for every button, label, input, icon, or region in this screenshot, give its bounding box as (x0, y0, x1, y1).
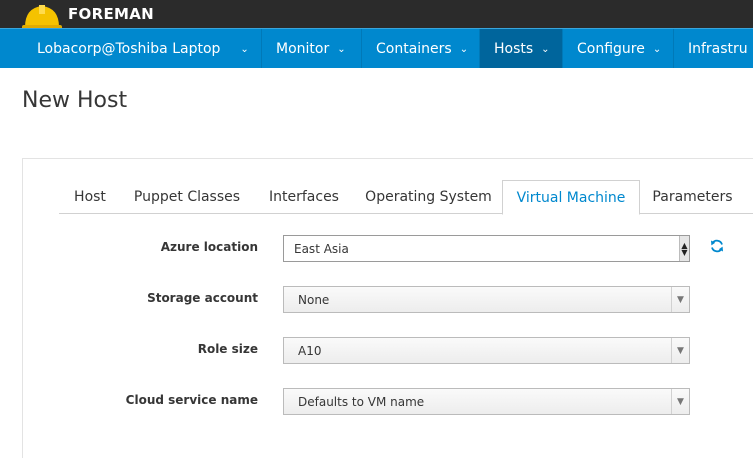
chevron-down-icon: ⌄ (240, 44, 249, 55)
nav-monitor[interactable]: Monitor ⌄ (262, 29, 362, 68)
storage-account-value: None (298, 292, 330, 307)
main-navbar: Lobacorp@Toshiba Laptop ⌄ Monitor ⌄ Cont… (0, 28, 753, 68)
tab-parameters[interactable]: Parameters (640, 180, 745, 214)
caret-down-icon: ▼ (671, 389, 689, 414)
cloud-service-name-label: Cloud service name (125, 393, 258, 407)
nav-infrastructure-label: Infrastru (688, 40, 748, 57)
azure-location-value: East Asia (294, 241, 349, 256)
nav-monitor-label: Monitor (276, 40, 330, 57)
nav-containers-label: Containers (376, 40, 452, 57)
tab-operating-system[interactable]: Operating System (355, 180, 502, 214)
chevron-down-icon: ⌄ (541, 44, 550, 55)
azure-location-select[interactable]: East Asia ▲ ▼ (283, 235, 690, 262)
nav-containers[interactable]: Containers ⌄ (362, 29, 480, 68)
role-size-select[interactable]: A10 ▼ (283, 337, 690, 364)
nav-hosts-label: Hosts (494, 40, 534, 57)
tab-host[interactable]: Host (59, 180, 121, 214)
top-header-bar: FOREMAN (0, 0, 753, 30)
chevron-down-icon: ⌄ (459, 44, 469, 55)
nav-configure[interactable]: Configure ⌄ (563, 29, 674, 68)
caret-down-icon: ▼ (671, 287, 689, 312)
brand-name[interactable]: FOREMAN (68, 5, 154, 23)
nav-location-label: Lobacorp@Toshiba Laptop (37, 40, 221, 57)
chevron-down-icon: ⌄ (337, 44, 346, 55)
caret-down-icon: ▼ (671, 338, 689, 363)
nav-infrastructure[interactable]: Infrastru (674, 29, 753, 68)
select-spinner-icon: ▲ ▼ (679, 236, 689, 261)
role-size-value: A10 (298, 343, 322, 358)
nav-hosts[interactable]: Hosts ⌄ (480, 29, 563, 68)
role-size-label: Role size (197, 342, 258, 356)
tab-virtual-machine[interactable]: Virtual Machine (502, 180, 640, 215)
page-title: New Host (22, 88, 128, 113)
azure-location-label: Azure location (160, 240, 258, 254)
tab-interfaces[interactable]: Interfaces (253, 180, 355, 214)
tab-puppet-classes[interactable]: Puppet Classes (121, 180, 253, 214)
nav-configure-label: Configure (577, 40, 645, 57)
cloud-service-name-select[interactable]: Defaults to VM name ▼ (283, 388, 690, 415)
refresh-icon[interactable] (709, 238, 725, 254)
host-form-tabs: Host Puppet Classes Interfaces Operating… (59, 180, 753, 215)
cloud-service-name-value: Defaults to VM name (298, 394, 425, 409)
chevron-down-icon: ⌄ (652, 44, 662, 55)
storage-account-select[interactable]: None ▼ (283, 286, 690, 313)
storage-account-label: Storage account (147, 291, 258, 305)
nav-location-organization[interactable]: Lobacorp@Toshiba Laptop ⌄ (0, 29, 262, 68)
